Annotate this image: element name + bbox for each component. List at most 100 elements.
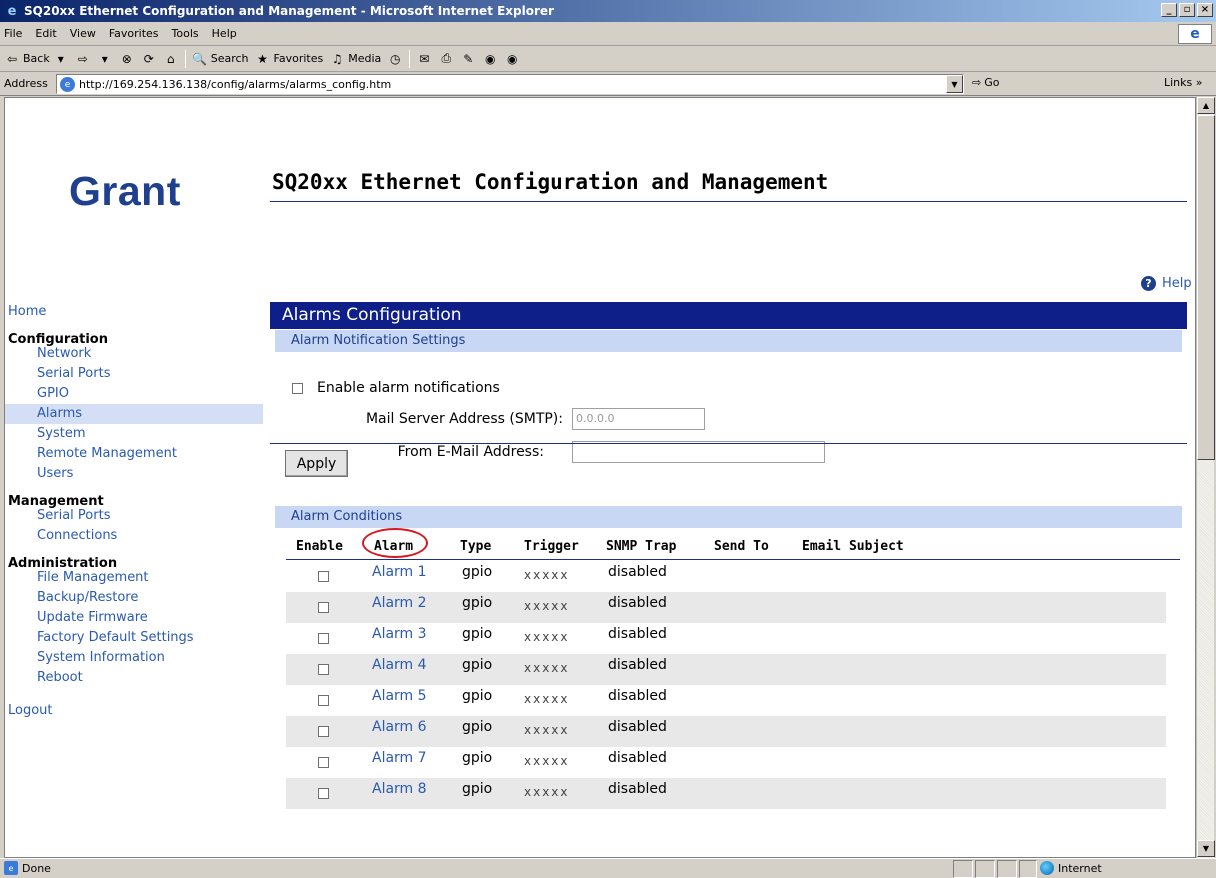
address-bar: Address e http://169.254.136.138/config/… xyxy=(0,72,1216,96)
nav-home[interactable]: Home xyxy=(5,302,263,322)
maximize-button[interactable]: ▫ xyxy=(1179,3,1195,17)
links-button[interactable]: Links » xyxy=(1164,76,1202,89)
help-link[interactable]: ? Help xyxy=(1141,276,1192,291)
nav-users[interactable]: Users xyxy=(5,464,263,484)
messenger-icon[interactable]: ◉ xyxy=(504,51,520,67)
alarm-link[interactable]: Alarm 1 xyxy=(372,564,427,580)
nav-reboot[interactable]: Reboot xyxy=(5,668,263,688)
nav-factory-default[interactable]: Factory Default Settings xyxy=(5,628,263,648)
from-email-input[interactable] xyxy=(572,441,825,463)
col-type: Type xyxy=(460,539,492,554)
menu-favorites[interactable]: Favorites xyxy=(109,27,159,40)
grant-logo: Grant xyxy=(69,168,181,214)
go-label: Go xyxy=(984,76,1000,89)
mail-icon[interactable]: ✉ xyxy=(416,51,432,67)
toolbar-separator xyxy=(184,49,186,68)
nav-file-management[interactable]: File Management xyxy=(5,568,263,588)
close-button[interactable]: × xyxy=(1197,3,1213,17)
scroll-down-icon[interactable]: ▼ xyxy=(1197,840,1215,857)
window-title-bar[interactable]: e SQ20xx Ethernet Configuration and Mana… xyxy=(0,0,1216,22)
media-button[interactable]: ♫ Media xyxy=(329,51,381,67)
address-dropdown-icon[interactable]: ▼ xyxy=(946,75,963,93)
alarm-link[interactable]: Alarm 8 xyxy=(372,781,427,797)
row-trigger: xxxxx xyxy=(524,754,570,768)
nav-backup-restore[interactable]: Backup/Restore xyxy=(5,588,263,608)
enable-notifications-checkbox[interactable] xyxy=(292,382,303,394)
help-icon: ? xyxy=(1141,276,1156,291)
row-type: gpio xyxy=(462,595,493,611)
col-send-to: Send To xyxy=(714,539,769,554)
row-enable-checkbox[interactable] xyxy=(318,602,329,613)
scroll-thumb[interactable] xyxy=(1197,115,1215,460)
table-row: Alarm 2 gpio xxxxx disabled xyxy=(286,592,1166,623)
scroll-up-icon[interactable]: ▲ xyxy=(1197,97,1215,114)
back-dropdown-icon[interactable]: ▾ xyxy=(53,51,69,67)
nav-serial-ports[interactable]: Serial Ports xyxy=(5,364,263,384)
row-enable-checkbox[interactable] xyxy=(318,664,329,675)
discuss-icon[interactable]: ◉ xyxy=(482,51,498,67)
col-email-subject: Email Subject xyxy=(802,539,904,554)
home-icon[interactable]: ⌂ xyxy=(163,51,179,67)
back-button[interactable]: ⇦ Back ▾ xyxy=(4,51,69,67)
alarm-link[interactable]: Alarm 3 xyxy=(372,626,427,642)
alarm-link[interactable]: Alarm 4 xyxy=(372,657,427,673)
row-trigger: xxxxx xyxy=(524,661,570,675)
print-icon[interactable]: ⎙ xyxy=(438,51,454,67)
row-enable-checkbox[interactable] xyxy=(318,726,329,737)
window-title: SQ20xx Ethernet Configuration and Manage… xyxy=(24,4,554,18)
nav-system[interactable]: System xyxy=(5,424,263,444)
alarm-link[interactable]: Alarm 6 xyxy=(372,719,427,735)
minimize-button[interactable]: _ xyxy=(1161,3,1177,17)
status-done: e Done xyxy=(4,861,51,875)
row-snmp: disabled xyxy=(608,626,667,642)
nav-gpio[interactable]: GPIO xyxy=(5,384,263,404)
nav-remote-management[interactable]: Remote Management xyxy=(5,444,263,464)
nav-network[interactable]: Network xyxy=(5,344,263,364)
nav-mgmt-serial-ports[interactable]: Serial Ports xyxy=(5,506,263,526)
vertical-scrollbar[interactable]: ▲ ▼ xyxy=(1196,97,1215,858)
menu-edit[interactable]: Edit xyxy=(35,27,56,40)
row-type: gpio xyxy=(462,719,493,735)
menu-tools[interactable]: Tools xyxy=(172,27,199,40)
apply-button[interactable]: Apply xyxy=(285,450,348,477)
row-enable-checkbox[interactable] xyxy=(318,788,329,799)
alarm-conditions-section: Alarm Conditions Enable Alarm Type Trigg… xyxy=(270,506,1187,809)
address-label: Address xyxy=(4,77,48,90)
nav-system-information[interactable]: System Information xyxy=(5,648,263,668)
smtp-input[interactable]: 0.0.0.0 xyxy=(572,408,705,430)
stop-icon[interactable]: ⊗ xyxy=(119,51,135,67)
row-enable-checkbox[interactable] xyxy=(318,633,329,644)
alarm-link[interactable]: Alarm 2 xyxy=(372,595,427,611)
search-button[interactable]: 🔍 Search xyxy=(192,51,248,67)
row-type: gpio xyxy=(462,781,493,797)
alarm-link[interactable]: Alarm 5 xyxy=(372,688,427,704)
favorites-button[interactable]: ★ Favorites xyxy=(255,51,323,67)
edit-icon[interactable]: ✎ xyxy=(460,51,476,67)
notification-settings-heading: Alarm Notification Settings xyxy=(275,330,1182,352)
row-trigger: xxxxx xyxy=(524,568,570,582)
enable-notifications-row: Enable alarm notifications xyxy=(292,380,500,396)
row-type: gpio xyxy=(462,657,493,673)
row-enable-checkbox[interactable] xyxy=(318,571,329,582)
media-label: Media xyxy=(348,52,382,65)
row-enable-checkbox[interactable] xyxy=(318,695,329,706)
status-bar: e Done Internet xyxy=(0,858,1216,878)
menu-view[interactable]: View xyxy=(70,27,96,40)
alarm-link[interactable]: Alarm 7 xyxy=(372,750,427,766)
nav-connections[interactable]: Connections xyxy=(5,526,263,546)
history-icon[interactable]: ◷ xyxy=(387,51,403,67)
form-divider xyxy=(270,443,1187,444)
nav-alarms[interactable]: Alarms xyxy=(5,404,263,424)
menu-file[interactable]: File xyxy=(4,27,22,40)
address-input[interactable]: e http://169.254.136.138/config/alarms/a… xyxy=(56,74,964,94)
nav-update-firmware[interactable]: Update Firmware xyxy=(5,608,263,628)
page-title: SQ20xx Ethernet Configuration and Manage… xyxy=(272,170,829,194)
nav-logout[interactable]: Logout xyxy=(5,701,263,721)
page-viewport: Grant SQ20xx Ethernet Configuration and … xyxy=(4,97,1196,858)
menu-help[interactable]: Help xyxy=(212,27,237,40)
go-button[interactable]: ⇨ Go xyxy=(972,76,999,89)
forward-arrow-icon[interactable]: ⇨ xyxy=(75,51,91,67)
forward-dropdown-icon[interactable]: ▾ xyxy=(97,51,113,67)
refresh-icon[interactable]: ⟳ xyxy=(141,51,157,67)
row-enable-checkbox[interactable] xyxy=(318,757,329,768)
